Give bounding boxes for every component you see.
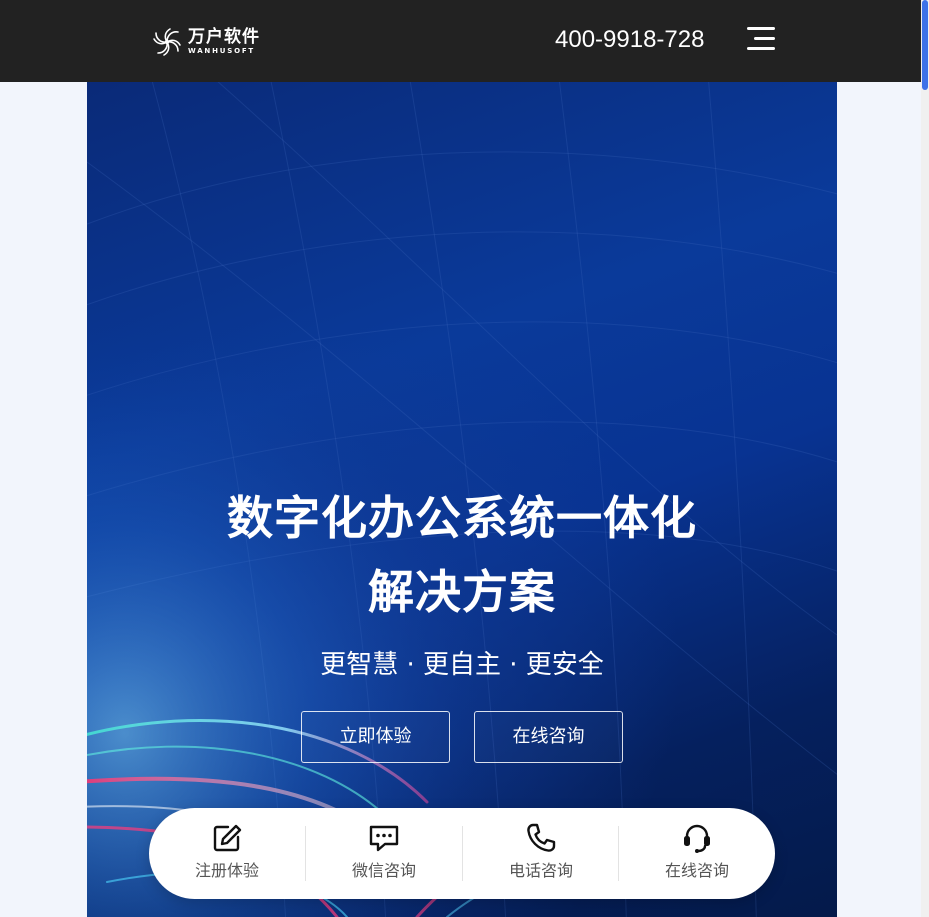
online-consult-label: 在线咨询 bbox=[664, 861, 729, 880]
hero-title-line1: 数字化办公系统一体化 bbox=[227, 491, 697, 545]
contact-bar: 注册体验 微信咨询 电话咨询 在线咨询 bbox=[149, 808, 775, 899]
menu-line bbox=[747, 27, 775, 30]
logo-swirl-icon bbox=[153, 28, 181, 56]
phone-consult-label: 电话咨询 bbox=[508, 861, 573, 880]
register-trial-item[interactable]: 注册体验 bbox=[149, 808, 305, 899]
logo-text-en: WANHUSOFT bbox=[188, 47, 255, 55]
menu-line bbox=[747, 47, 775, 50]
hero-title: 数字化办公系统一体化 解决方案 bbox=[87, 481, 837, 629]
hamburger-menu-icon[interactable] bbox=[747, 27, 775, 51]
menu-line bbox=[754, 37, 775, 40]
phone-consult-item[interactable]: 电话咨询 bbox=[463, 808, 619, 899]
hotline-number[interactable]: 400-9918-728 bbox=[555, 26, 704, 54]
hero-banner: 数字化办公系统一体化 解决方案 更智慧 · 更自主 · 更安全 立即体验 在线咨… bbox=[87, 82, 837, 917]
edit-icon bbox=[213, 824, 242, 852]
wechat-consult-label: 微信咨询 bbox=[351, 861, 416, 880]
hero-title-line2: 解决方案 bbox=[368, 565, 556, 619]
hero-subtitle: 更智慧 · 更自主 · 更安全 bbox=[320, 650, 604, 680]
page-scrollbar[interactable] bbox=[921, 0, 929, 917]
scrollbar-thumb[interactable] bbox=[922, 0, 928, 90]
logo[interactable]: 万户软件 WANHUSOFT bbox=[151, 26, 271, 58]
headset-icon bbox=[684, 824, 710, 853]
logo-text-cn: 万户软件 bbox=[188, 27, 260, 47]
online-consult-item[interactable]: 在线咨询 bbox=[619, 808, 775, 899]
try-now-button[interactable]: 立即体验 bbox=[301, 711, 450, 763]
chat-bubble-icon bbox=[369, 825, 399, 852]
phone-icon bbox=[527, 823, 556, 852]
site-header: 万户软件 WANHUSOFT 400-9918-728 bbox=[0, 0, 921, 82]
register-trial-label: 注册体验 bbox=[194, 861, 259, 880]
wechat-consult-item[interactable]: 微信咨询 bbox=[306, 808, 462, 899]
online-consult-button[interactable]: 在线咨询 bbox=[474, 711, 623, 763]
